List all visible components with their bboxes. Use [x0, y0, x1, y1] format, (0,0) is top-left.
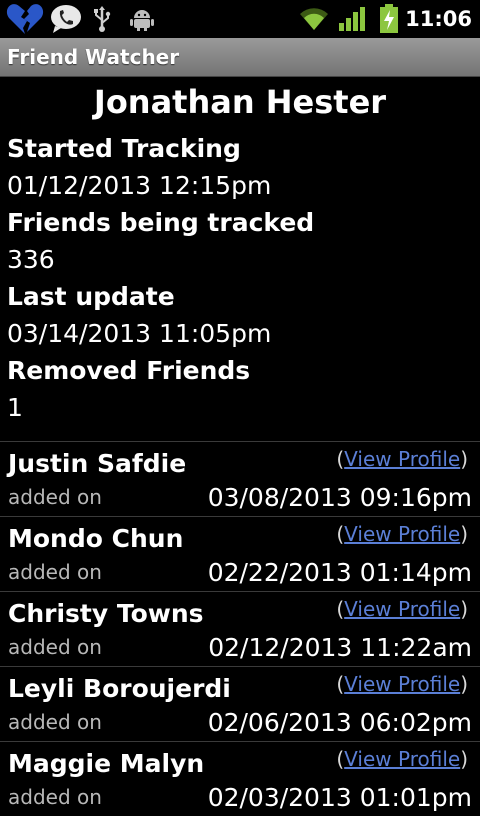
signal-icon — [336, 0, 368, 38]
list-item[interactable]: Maggie Malyn (View Profile) added on 02/… — [0, 741, 480, 816]
paren-close: ) — [460, 747, 468, 771]
battery-charging-icon — [376, 0, 402, 38]
added-on-label: added on — [8, 635, 102, 659]
started-tracking-label: Started Tracking — [7, 134, 241, 163]
paren-open: ( — [336, 597, 345, 621]
wifi-icon — [298, 0, 330, 38]
view-profile-control: (View Profile) — [336, 595, 468, 623]
paren-close: ) — [460, 522, 468, 546]
list-item[interactable]: Mondo Chun (View Profile) added on 02/22… — [0, 516, 480, 591]
list-item[interactable]: Leyli Boroujerdi (View Profile) added on… — [0, 666, 480, 741]
list-item[interactable]: Christy Towns (View Profile) added on 02… — [0, 591, 480, 666]
added-on-label: added on — [8, 485, 102, 509]
paren-open: ( — [336, 672, 345, 696]
added-on-label: added on — [8, 560, 102, 584]
friend-name: Christy Towns — [8, 599, 204, 628]
app-title-bar: Friend Watcher — [0, 38, 480, 77]
usb-icon — [90, 0, 114, 38]
voicemail-call-icon — [48, 0, 84, 38]
added-on-label: added on — [8, 710, 102, 734]
added-date: 02/06/2013 06:02pm — [207, 708, 472, 737]
broken-heart-icon — [4, 0, 46, 38]
app-title: Friend Watcher — [7, 45, 180, 69]
view-profile-link[interactable]: View Profile — [344, 597, 460, 621]
last-update-label: Last update — [7, 282, 175, 311]
added-date: 03/08/2013 09:16pm — [207, 483, 472, 512]
paren-open: ( — [336, 447, 345, 471]
friend-name: Maggie Malyn — [8, 749, 205, 778]
view-profile-link[interactable]: View Profile — [344, 522, 460, 546]
tracked-user-name: Jonathan Hester — [93, 83, 387, 121]
added-date: 02/12/2013 11:22am — [208, 633, 472, 662]
view-profile-link[interactable]: View Profile — [344, 672, 460, 696]
started-tracking-value: 01/12/2013 12:15pm — [7, 171, 272, 200]
tracking-info: Started Tracking 01/12/2013 12:15pm Frie… — [7, 130, 314, 426]
status-bar: 11:06 — [0, 0, 480, 38]
view-profile-control: (View Profile) — [336, 745, 468, 773]
friend-name: Mondo Chun — [8, 524, 184, 553]
removed-friends-label: Removed Friends — [7, 356, 251, 385]
friend-list: Justin Safdie (View Profile) added on 03… — [0, 441, 480, 816]
android-debug-icon — [128, 0, 156, 38]
list-item[interactable]: Justin Safdie (View Profile) added on 03… — [0, 441, 480, 516]
removed-friends-value: 1 — [7, 393, 23, 422]
added-date: 02/22/2013 01:14pm — [207, 558, 472, 587]
added-on-label: added on — [8, 785, 102, 809]
paren-close: ) — [460, 597, 468, 621]
friend-name: Justin Safdie — [8, 449, 187, 478]
friends-tracked-label: Friends being tracked — [7, 208, 315, 237]
view-profile-control: (View Profile) — [336, 520, 468, 548]
view-profile-link[interactable]: View Profile — [344, 447, 460, 471]
view-profile-link[interactable]: View Profile — [344, 747, 460, 771]
paren-open: ( — [336, 747, 345, 771]
friend-name: Leyli Boroujerdi — [8, 674, 231, 703]
paren-open: ( — [336, 522, 345, 546]
last-update-value: 03/14/2013 11:05pm — [7, 319, 272, 348]
paren-close: ) — [460, 447, 468, 471]
paren-close: ) — [460, 672, 468, 696]
status-time: 11:06 — [405, 7, 472, 31]
friends-tracked-value: 336 — [7, 245, 55, 274]
view-profile-control: (View Profile) — [336, 445, 468, 473]
added-date: 02/03/2013 01:01pm — [207, 783, 472, 812]
view-profile-control: (View Profile) — [336, 670, 468, 698]
